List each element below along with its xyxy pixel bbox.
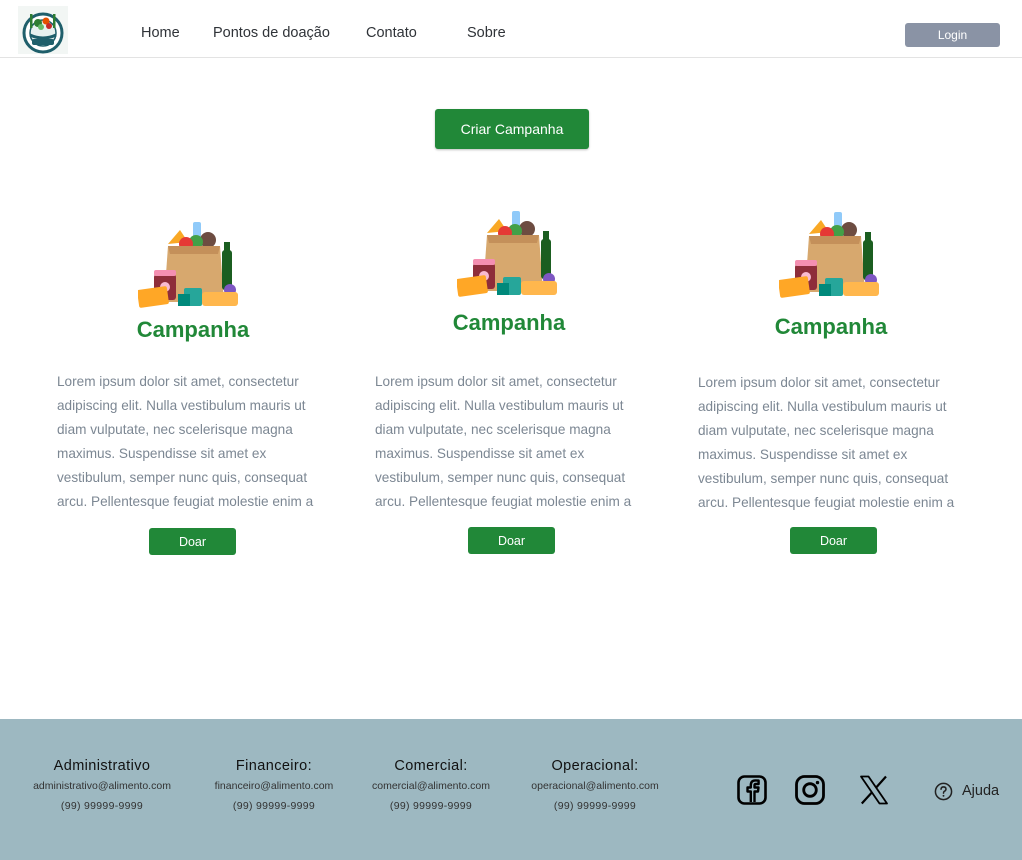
contact-heading: Operacional:	[551, 758, 639, 774]
contact-phone: (99) 99999-9999	[389, 800, 473, 812]
nav-contato-link[interactable]: Contato	[366, 25, 417, 41]
grocery-bag-icon	[138, 222, 238, 308]
campaign-description: Lorem ipsum dolor sit amet, consectetur …	[698, 375, 955, 510]
donate-button[interactable]: Doar	[790, 527, 877, 554]
grocery-bag-icon	[779, 212, 879, 298]
contact-administrativo: Administrativo administrativo@alimento.c…	[14, 758, 190, 812]
contact-heading: Comercial:	[394, 758, 468, 774]
food-plate-logo-icon[interactable]	[18, 6, 68, 54]
page: Home Pontos de doação Contato Sobre Logi…	[0, 0, 1022, 860]
donate-button[interactable]: Doar	[149, 528, 236, 555]
facebook-icon[interactable]	[736, 774, 768, 806]
contact-operacional: Operacional: operacional@alimento.com (9…	[512, 758, 678, 812]
contact-phone: (99) 99999-9999	[553, 800, 637, 812]
create-campaign-button[interactable]: Criar Campanha	[435, 109, 589, 149]
contact-email[interactable]: comercial@alimento.com	[358, 780, 504, 792]
question-circle-icon	[934, 782, 953, 800]
login-button[interactable]: Login	[905, 23, 1000, 47]
contact-heading: Administrativo	[53, 758, 151, 774]
instagram-icon[interactable]	[794, 774, 826, 806]
top-navbar: Home Pontos de doação Contato Sobre Logi…	[0, 0, 1022, 58]
campaign-title: Campanha	[774, 314, 888, 339]
nav-pontos-doacao-link[interactable]: Pontos de doação	[213, 25, 330, 41]
campaign-description: Lorem ipsum dolor sit amet, consectetur …	[375, 374, 632, 509]
nav-sobre-link[interactable]: Sobre	[467, 25, 506, 41]
contact-email[interactable]: financeiro@alimento.com	[196, 780, 352, 792]
campaign-title: Campanha	[452, 310, 566, 335]
donate-button[interactable]: Doar	[468, 527, 555, 554]
x-twitter-icon[interactable]	[858, 774, 890, 806]
campaign-title: Campanha	[136, 317, 250, 342]
contact-phone: (99) 99999-9999	[60, 800, 144, 812]
grocery-bag-icon	[457, 211, 557, 297]
contact-financeiro: Financeiro: financeiro@alimento.com (99)…	[196, 758, 352, 812]
nav-home-link[interactable]: Home	[141, 25, 180, 41]
help-label: Ajuda	[962, 783, 1000, 799]
contact-email[interactable]: administrativo@alimento.com	[14, 780, 190, 792]
footer: Administrativo administrativo@alimento.c…	[0, 719, 1022, 860]
contact-email[interactable]: operacional@alimento.com	[512, 780, 678, 792]
contact-comercial: Comercial: comercial@alimento.com (99) 9…	[358, 758, 504, 812]
campaign-description: Lorem ipsum dolor sit amet, consectetur …	[57, 374, 314, 509]
contact-phone: (99) 99999-9999	[232, 800, 316, 812]
help-link[interactable]: Ajuda	[934, 781, 999, 801]
contact-heading: Financeiro:	[235, 758, 313, 774]
